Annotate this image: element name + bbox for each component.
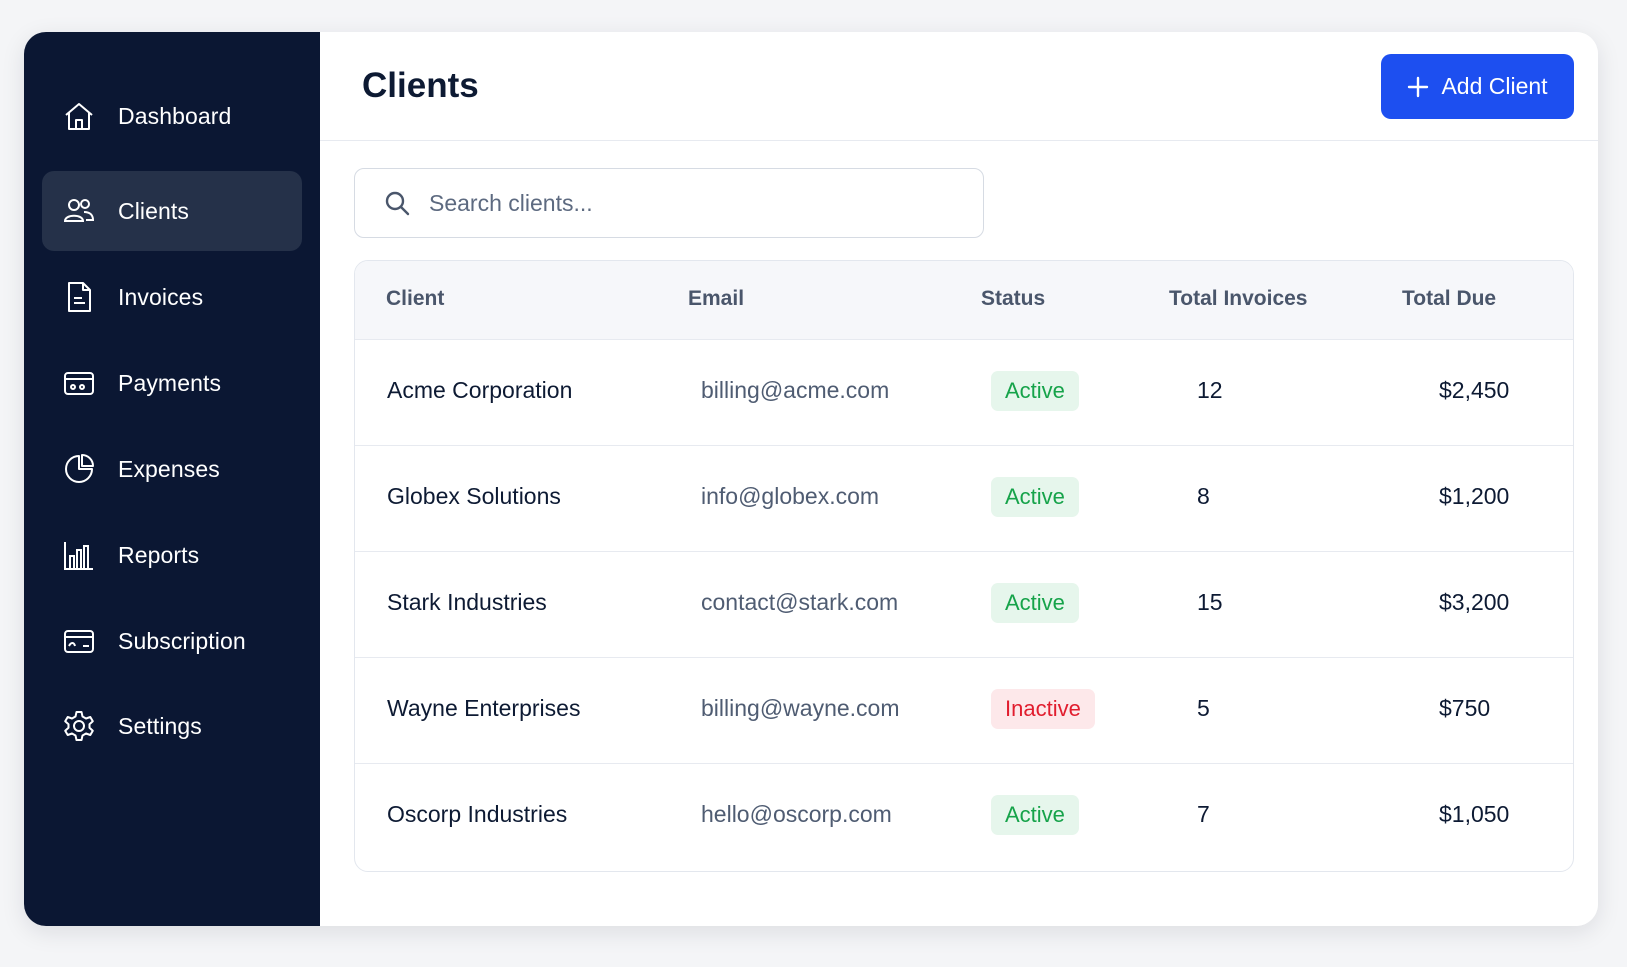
document-icon: [62, 280, 96, 314]
clients-table: Client Email Status Total Invoices Total…: [354, 260, 1574, 872]
sidebar-item-invoices[interactable]: Invoices: [42, 257, 302, 337]
client-name: Globex Solutions: [387, 483, 561, 509]
status-badge: Active: [991, 795, 1079, 835]
column-header-status[interactable]: Status: [981, 287, 1045, 311]
sidebar-item-label: Reports: [118, 541, 200, 568]
sidebar-item-label: Settings: [118, 712, 202, 739]
wallet-icon: [62, 366, 96, 400]
client-name: Stark Industries: [387, 589, 547, 615]
search-icon: [385, 191, 410, 216]
total-invoices: 7: [1197, 801, 1210, 827]
client-email: billing@acme.com: [701, 377, 890, 403]
pie-chart-icon: [62, 452, 96, 486]
main-content: Clients Add Client Client Email Status T…: [320, 32, 1598, 926]
table-row[interactable]: Wayne Enterprises billing@wayne.com Inac…: [355, 658, 1573, 764]
status-badge-label: Active: [991, 795, 1079, 835]
client-email: billing@wayne.com: [701, 695, 900, 721]
status-badge: Active: [991, 371, 1079, 411]
column-header-email[interactable]: Email: [688, 287, 744, 311]
sidebar-item-label: Payments: [118, 369, 222, 396]
sidebar: Dashboard Clients Invoices Payments Expe: [24, 32, 320, 926]
table-row[interactable]: Acme Corporation billing@acme.com Active…: [355, 340, 1573, 446]
search-input[interactable]: [429, 189, 949, 217]
plus-icon: [1408, 76, 1429, 97]
sidebar-item-dashboard[interactable]: Dashboard: [42, 76, 302, 156]
status-badge-label: Active: [991, 583, 1079, 623]
gear-icon: [62, 709, 96, 743]
column-header-total-invoices[interactable]: Total Invoices: [1169, 287, 1307, 311]
total-due: $1,200: [1439, 483, 1510, 509]
status-badge-label: Inactive: [991, 689, 1095, 729]
sidebar-item-label: Subscription: [118, 627, 246, 654]
sidebar-item-label: Invoices: [118, 283, 204, 310]
client-name: Acme Corporation: [387, 377, 573, 403]
total-invoices: 5: [1197, 695, 1210, 721]
home-icon: [62, 99, 96, 133]
bar-chart-icon: [62, 538, 96, 572]
sidebar-item-payments[interactable]: Payments: [42, 343, 302, 423]
client-email: contact@stark.com: [701, 589, 899, 615]
client-name: Wayne Enterprises: [387, 695, 581, 721]
status-badge-label: Active: [991, 371, 1079, 411]
page-title: Clients: [362, 66, 479, 105]
total-due: $1,050: [1439, 801, 1510, 827]
client-name: Oscorp Industries: [387, 801, 568, 827]
search-box[interactable]: [354, 168, 984, 238]
table-header: Client Email Status Total Invoices Total…: [355, 261, 1573, 340]
status-badge: Active: [991, 583, 1079, 623]
total-invoices: 8: [1197, 483, 1210, 509]
sidebar-item-label: Dashboard: [118, 102, 232, 129]
add-client-button[interactable]: Add Client: [1381, 54, 1574, 119]
sidebar-item-label: Expenses: [118, 455, 220, 482]
users-icon: [62, 194, 96, 228]
status-badge: Active: [991, 477, 1079, 517]
client-email: info@globex.com: [701, 483, 880, 509]
total-due: $750: [1439, 695, 1491, 721]
total-invoices: 15: [1197, 589, 1223, 615]
sidebar-item-expenses[interactable]: Expenses: [42, 429, 302, 509]
column-header-client[interactable]: Client: [386, 287, 444, 311]
app-window: Dashboard Clients Invoices Payments Expe: [24, 32, 1598, 926]
table-row[interactable]: Stark Industries contact@stark.com Activ…: [355, 552, 1573, 658]
client-email: hello@oscorp.com: [701, 801, 892, 827]
page-header: Clients Add Client: [320, 32, 1598, 141]
status-badge-label: Active: [991, 477, 1079, 517]
column-header-total-due[interactable]: Total Due: [1402, 287, 1496, 311]
sidebar-item-clients[interactable]: Clients: [42, 171, 302, 251]
sidebar-item-subscription[interactable]: Subscription: [42, 601, 302, 681]
credit-card-icon: [62, 624, 96, 658]
add-client-label: Add Client: [1441, 73, 1548, 99]
table-row[interactable]: Oscorp Industries hello@oscorp.com Activ…: [355, 764, 1573, 870]
total-invoices: 12: [1197, 377, 1223, 403]
table-row[interactable]: Globex Solutions info@globex.com Active …: [355, 446, 1573, 552]
status-badge: Inactive: [991, 689, 1095, 729]
sidebar-item-label: Clients: [118, 197, 190, 224]
total-due: $2,450: [1439, 377, 1510, 403]
sidebar-item-settings[interactable]: Settings: [42, 686, 302, 766]
sidebar-item-reports[interactable]: Reports: [42, 515, 302, 595]
total-due: $3,200: [1439, 589, 1510, 615]
